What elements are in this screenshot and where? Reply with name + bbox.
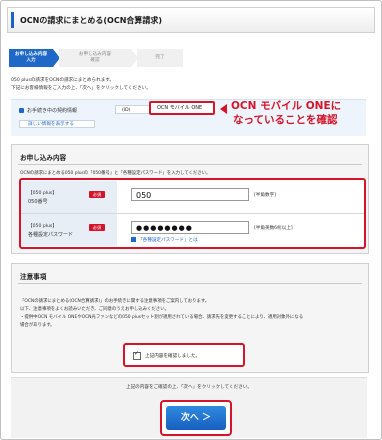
password-hint: [半角英数6桁以上]	[254, 226, 293, 231]
show-details-link[interactable]: 詳しい情報を表示する	[19, 120, 95, 128]
footer-message: 上記の内容をご確認の上、「次へ」をクリックしてください。	[125, 385, 253, 390]
number-input[interactable]: 050	[131, 188, 249, 201]
agree-label: 上記内容を確認しました。	[145, 354, 201, 359]
next-button[interactable]: 次へ ＞	[166, 406, 226, 430]
step-confirm: お申し込み内容 確認	[59, 49, 138, 67]
application-desc: OCNの請求にまとめる050 plusの「050番号」と「各種設定パスワード」を…	[20, 171, 211, 176]
selected-contract-box: OCN モバイル ONE	[149, 101, 215, 115]
note-line-4: 場合があります。	[20, 323, 55, 328]
password-help-link[interactable]: 「各種設定パスワード」とは	[131, 237, 198, 243]
intro-text: 050 plusの請求をOCNの請求にまとめられます。 下記にお客様情報をご入力…	[11, 77, 151, 93]
page-header: OCNの請求にまとめる(OCN合算請求)	[7, 7, 375, 33]
user-icon	[19, 108, 24, 113]
note-line-2: 以下、注意事項をよくお読みいただき、ご同意のうえお申し込みください。	[20, 307, 169, 312]
notes-text: 「OCNの請求にまとめる(OCN合算請求)」のお手続きに関する注意事項をご案内し…	[20, 298, 360, 330]
annotation-line-1: OCN モバイル ONEに	[231, 100, 342, 112]
note-line-1: 「OCNの請求にまとめる(OCN合算請求)」のお手続きに関する注意事項をご案内し…	[20, 299, 210, 304]
password-label-top: 【050 plus】	[28, 224, 57, 229]
intro-line-2: 下記にお客様情報をご入力の上、「次へ」をクリックしてください。	[11, 86, 151, 91]
divider	[18, 283, 362, 284]
password-row: 【050 plus】 各種設定パスワード 必須 ●●●●●●●● [半角英数6桁…	[21, 214, 364, 246]
contract-id-pill: (ID)	[115, 105, 152, 114]
password-label: 各種設定パスワード	[28, 232, 74, 238]
annotation-line-2: なっていることを確認	[233, 114, 338, 126]
intro-line-1: 050 plusの請求をOCNの請求にまとめられます。	[11, 78, 115, 83]
password-input[interactable]: ●●●●●●●●	[131, 221, 249, 234]
step-complete: 完了	[137, 49, 183, 67]
number-row: 【050 plus】 050番号 必須 050 [半角数字]	[21, 181, 364, 214]
contract-label: お手続き中の契約情報	[19, 107, 77, 114]
number-hint: [半角数字]	[254, 193, 276, 198]
password-label-cell: 【050 plus】 各種設定パスワード 必須	[21, 214, 117, 246]
help-icon	[131, 237, 136, 242]
application-title: お申し込み内容	[20, 154, 67, 162]
input-form: 【050 plus】 050番号 必須 050 [半角数字] 【050 plus…	[19, 178, 366, 249]
header-accent-bar	[11, 12, 14, 28]
required-badge: 必須	[89, 191, 105, 198]
agree-checkbox[interactable]	[133, 350, 141, 360]
page-frame: OCNの請求にまとめる(OCN合算請求) お申し込み内容 入力 お申し込み内容 …	[0, 0, 382, 440]
notes-title: 注意事項	[20, 273, 47, 281]
number-label-cell: 【050 plus】 050番号 必須	[21, 181, 117, 213]
page-title: OCNの請求にまとめる(OCN合算請求)	[20, 16, 163, 25]
agree-box[interactable]: 上記内容を確認しました。	[123, 343, 245, 367]
annotation-arrow-icon	[220, 104, 227, 114]
number-label-top: 【050 plus】	[28, 191, 57, 196]
next-button-highlight: 次へ ＞	[160, 400, 232, 436]
password-help-text[interactable]: 「各種設定パスワード」とは	[138, 238, 198, 243]
annotation-text: OCN モバイル ONEに なっていることを確認	[231, 99, 373, 127]
step-input: お申し込み内容 入力	[9, 49, 60, 67]
note-line-3: ・提供中OCN モバイル ONEやOCN光ファンなどの050 plusセット割が…	[20, 315, 304, 320]
footer-area: 上記の内容をご確認の上、「次へ」をクリックしてください。 次へ ＞	[11, 377, 367, 438]
divider	[18, 164, 362, 165]
number-label: 050番号	[28, 199, 48, 205]
required-badge: 必須	[89, 224, 105, 231]
contract-label-text: お手続き中の契約情報	[27, 108, 78, 114]
